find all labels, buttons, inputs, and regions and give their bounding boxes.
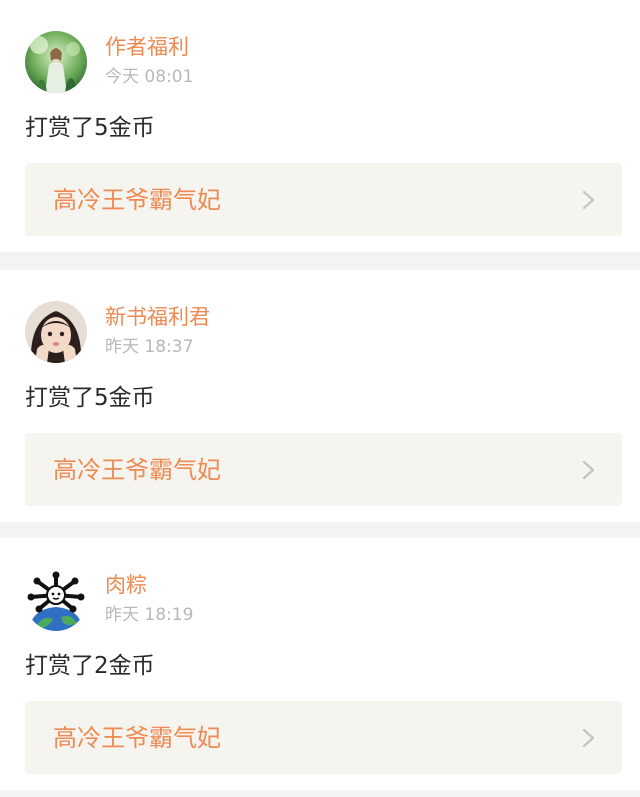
book-title: 高冷王爷霸气妃 <box>53 186 221 214</box>
reward-card: 新书福利君 昨天 18:37 打赏了5金币 高冷王爷霸气妃 <box>0 270 640 522</box>
reward-card: 作者福利 今天 08:01 打赏了5金币 高冷王爷霸气妃 <box>0 0 640 252</box>
reward-text: 打赏了5金币 <box>25 385 155 411</box>
post-time: 昨天 18:19 <box>105 605 194 625</box>
book-link[interactable]: 高冷王爷霸气妃 <box>25 433 622 506</box>
chevron-right-icon <box>582 460 595 480</box>
book-link[interactable]: 高冷王爷霸气妃 <box>25 163 622 236</box>
post-time: 今天 08:01 <box>105 67 194 87</box>
reward-text: 打赏了2金币 <box>25 653 155 679</box>
chevron-right-icon <box>582 728 595 748</box>
book-title: 高冷王爷霸气妃 <box>53 456 221 484</box>
user-name[interactable]: 新书福利君 <box>105 303 210 331</box>
avatar[interactable] <box>25 301 87 363</box>
avatar-cartoon-earth-icon <box>25 569 87 631</box>
reward-feed: 作者福利 今天 08:01 打赏了5金币 高冷王爷霸气妃 新书福利君 昨天 18… <box>0 0 640 797</box>
book-title: 高冷王爷霸气妃 <box>53 724 221 752</box>
chevron-right-icon <box>582 190 595 210</box>
avatar-girl-green-forest-icon <box>25 31 87 93</box>
avatar[interactable] <box>25 31 87 93</box>
avatar-girl-portrait-icon <box>25 301 87 363</box>
reward-text: 打赏了5金币 <box>25 115 155 141</box>
user-name[interactable]: 作者福利 <box>105 33 189 61</box>
avatar[interactable] <box>25 569 87 631</box>
book-link[interactable]: 高冷王爷霸气妃 <box>25 701 622 774</box>
user-name[interactable]: 肉粽 <box>105 571 147 599</box>
reward-card: 肉粽 昨天 18:19 打赏了2金币 高冷王爷霸气妃 <box>0 538 640 790</box>
post-time: 昨天 18:37 <box>105 337 194 357</box>
